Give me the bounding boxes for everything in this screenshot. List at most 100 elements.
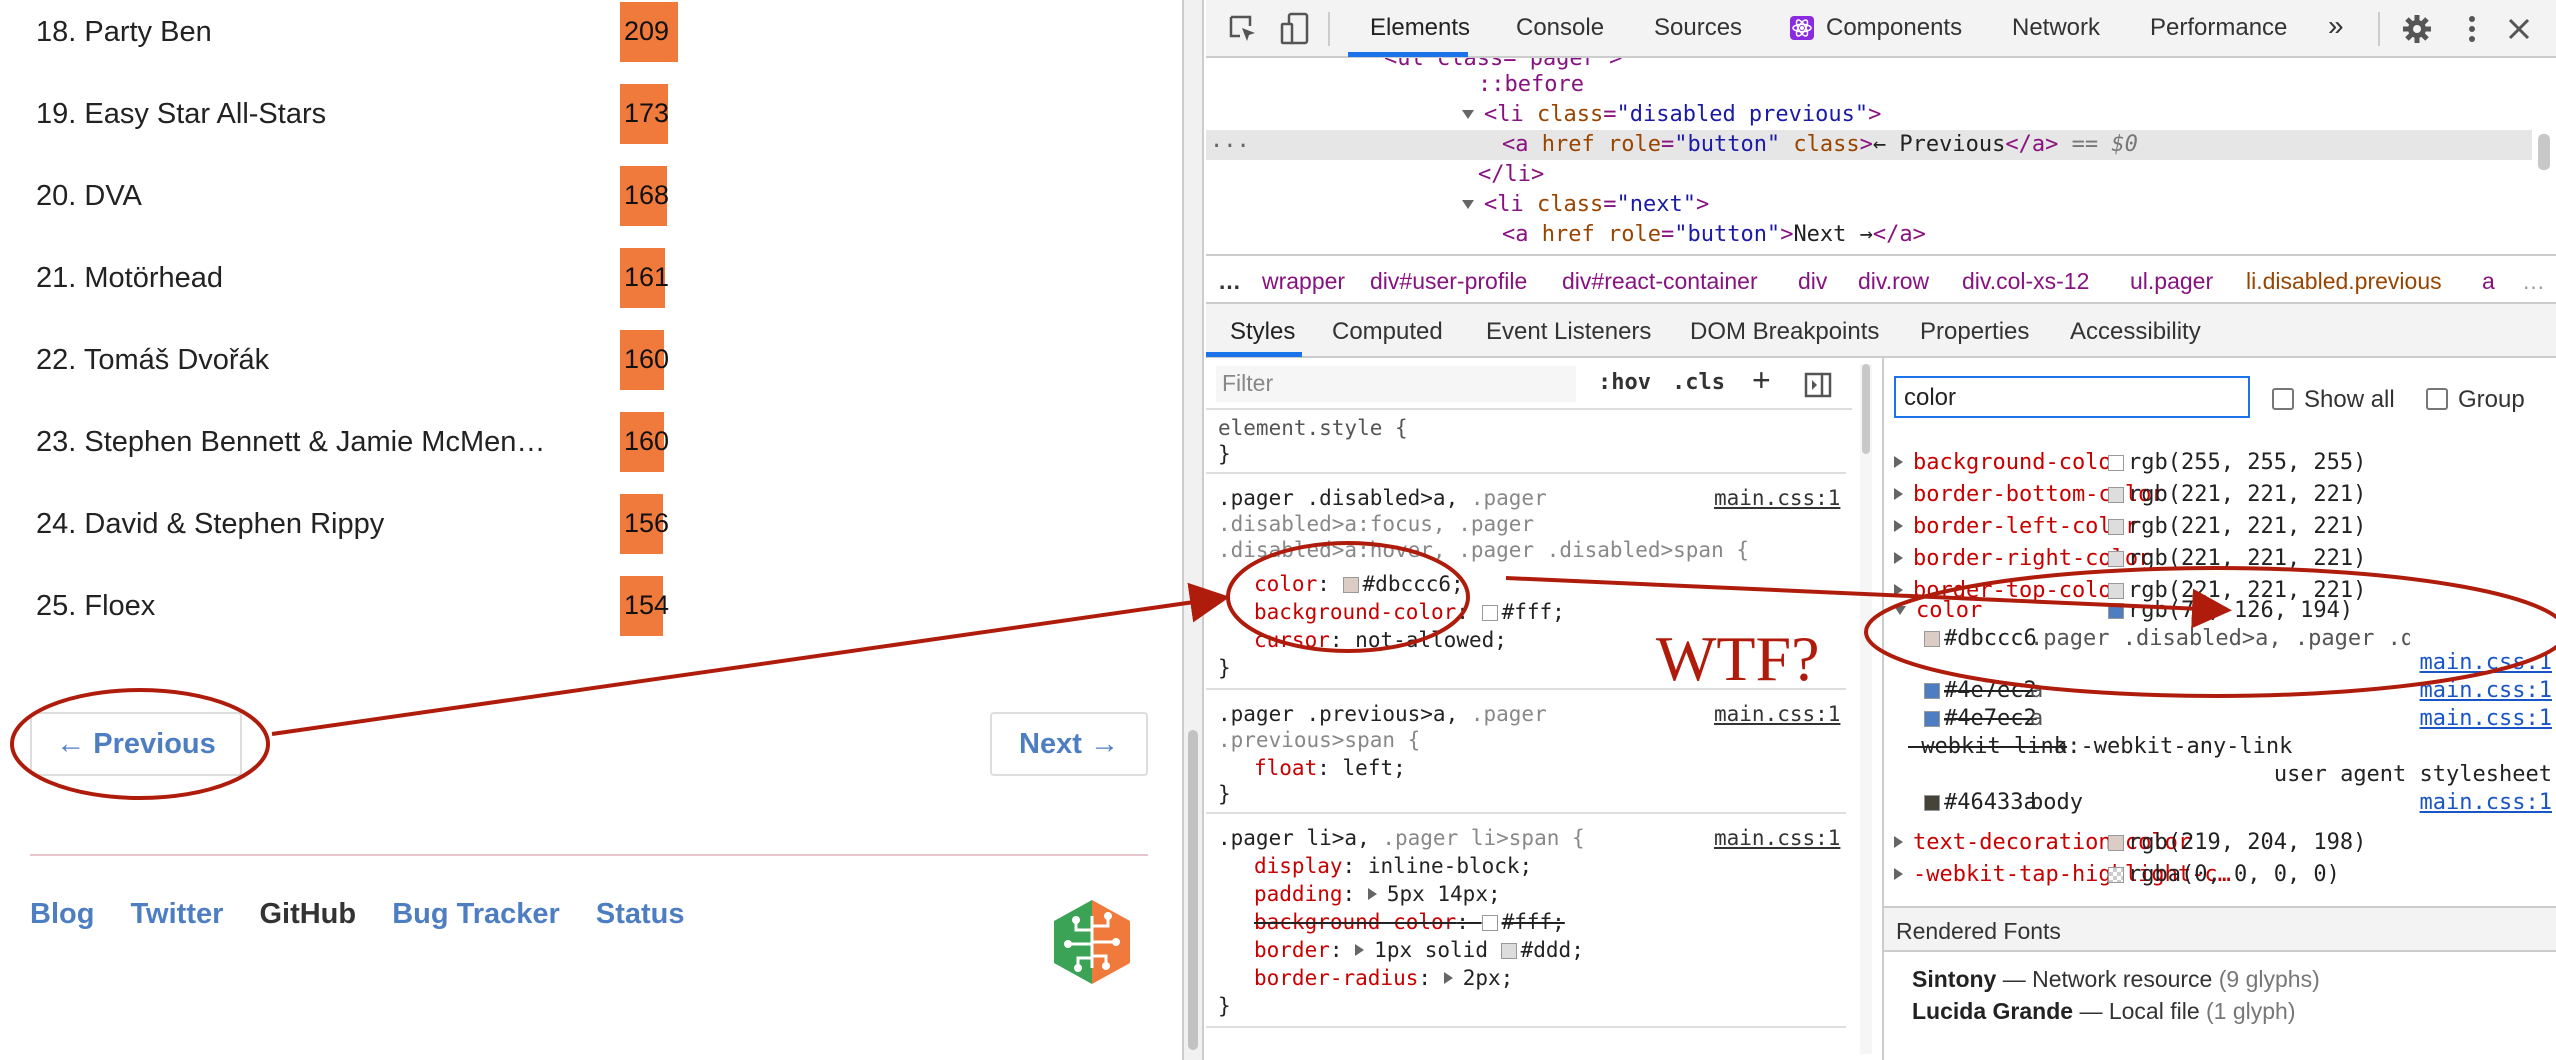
expand-triangle-icon[interactable] bbox=[1894, 868, 1903, 880]
hov-toggle-button[interactable]: :hov bbox=[1598, 370, 1651, 395]
style-declaration[interactable]: border-radius: 2px; bbox=[1254, 966, 1513, 990]
style-declaration-overridden[interactable]: background-color: #fff; bbox=[1254, 910, 1565, 934]
dom-line[interactable]: </li> bbox=[1478, 162, 1544, 187]
color-swatch[interactable] bbox=[1481, 915, 1498, 931]
breadcrumb-item[interactable]: li.disabled.previous bbox=[2246, 268, 2442, 295]
computed-property-row[interactable]: border-left-color bbox=[1894, 514, 2138, 539]
color-swatch[interactable] bbox=[1924, 631, 1940, 647]
color-swatch[interactable] bbox=[2108, 603, 2124, 619]
tab-components[interactable]: Components bbox=[1826, 14, 1962, 42]
group-checkbox[interactable] bbox=[2426, 388, 2448, 410]
style-source-link[interactable]: main.css:1 bbox=[1714, 702, 1840, 726]
styles-filter-input[interactable]: Filter bbox=[1216, 366, 1576, 402]
style-rule-selector[interactable]: .previous>span { bbox=[1218, 728, 1420, 752]
subtab-styles[interactable]: Styles bbox=[1230, 318, 1295, 346]
subtab-event-listeners[interactable]: Event Listeners bbox=[1486, 318, 1651, 346]
color-swatch[interactable] bbox=[2108, 835, 2124, 851]
close-icon[interactable] bbox=[2506, 16, 2532, 42]
computed-property-row[interactable]: background-color bbox=[1894, 450, 2125, 475]
tab-sources[interactable]: Sources bbox=[1654, 14, 1742, 42]
expand-triangle-icon[interactable] bbox=[1894, 520, 1903, 532]
footer-link-blog[interactable]: Blog bbox=[30, 898, 94, 930]
color-swatch[interactable] bbox=[1481, 605, 1498, 621]
breadcrumb-item[interactable]: wrapper bbox=[1262, 268, 1345, 295]
breadcrumb-item[interactable]: div.row bbox=[1858, 268, 1929, 295]
show-all-checkbox[interactable] bbox=[2272, 388, 2294, 410]
color-swatch[interactable] bbox=[1342, 577, 1359, 593]
style-source-link[interactable]: main.css:1 bbox=[1714, 826, 1840, 850]
footer-link-status[interactable]: Status bbox=[596, 898, 685, 930]
computed-property-color[interactable]: color bbox=[1894, 598, 1982, 623]
styles-scrollbar-thumb[interactable] bbox=[1862, 364, 1870, 454]
device-toolbar-icon[interactable] bbox=[1280, 12, 1310, 46]
more-tabs-button[interactable]: » bbox=[2328, 10, 2344, 42]
subtab-computed[interactable]: Computed bbox=[1332, 318, 1443, 346]
collapse-triangle-icon[interactable] bbox=[1462, 200, 1474, 209]
dom-line[interactable]: <ul class="pager"> bbox=[1384, 58, 1622, 71]
breadcrumb-more[interactable]: … bbox=[2522, 268, 2545, 295]
style-rule-selector[interactable]: element.style { bbox=[1218, 416, 1408, 440]
style-declaration[interactable]: float: left; bbox=[1254, 756, 1406, 780]
expand-triangle-icon[interactable] bbox=[1894, 552, 1903, 564]
tab-performance[interactable]: Performance bbox=[2150, 14, 2287, 42]
expand-triangle-icon[interactable] bbox=[1367, 888, 1377, 900]
color-swatch[interactable] bbox=[2108, 867, 2124, 883]
trace-source-link[interactable]: main.css:1 bbox=[2420, 678, 2552, 703]
footer-link-github[interactable]: GitHub bbox=[259, 898, 356, 930]
footer-link-bug-tracker[interactable]: Bug Tracker bbox=[392, 898, 560, 930]
breadcrumb-item-active[interactable]: a bbox=[2482, 268, 2495, 295]
style-declaration[interactable]: padding: 5px 14px; bbox=[1254, 882, 1501, 906]
collapse-triangle-icon[interactable] bbox=[1894, 606, 1906, 615]
style-declaration[interactable]: display: inline-block; bbox=[1254, 854, 1532, 878]
previous-button[interactable]: ← Previous bbox=[30, 712, 242, 776]
expand-triangle-icon[interactable] bbox=[1894, 488, 1903, 500]
dom-line[interactable]: <li class="disabled previous"> bbox=[1462, 102, 1881, 127]
color-swatch[interactable] bbox=[1924, 711, 1940, 727]
style-rule-selector[interactable]: .disabled>a:focus, .pager bbox=[1218, 512, 1534, 536]
color-swatch[interactable] bbox=[1924, 795, 1940, 811]
expand-triangle-icon[interactable] bbox=[1894, 836, 1903, 848]
collapse-triangle-icon[interactable] bbox=[1462, 110, 1474, 119]
breadcrumb-item[interactable]: div.col-xs-12 bbox=[1962, 268, 2089, 295]
style-rule-selector[interactable]: .disabled>a:hover, .pager .disabled>span… bbox=[1218, 538, 1749, 562]
page-scrollbar-thumb[interactable] bbox=[1188, 730, 1198, 1050]
subtab-dom-breakpoints[interactable]: DOM Breakpoints bbox=[1690, 318, 1879, 346]
dom-line[interactable]: <a href role="button">Next →</a> bbox=[1502, 222, 1926, 247]
trace-source-link[interactable]: main.css:1 bbox=[2420, 706, 2552, 731]
dom-more-icon[interactable]: ... bbox=[1210, 128, 1250, 153]
expand-triangle-icon[interactable] bbox=[1355, 944, 1365, 956]
style-declaration[interactable]: color: #dbccc6; bbox=[1254, 572, 1464, 596]
dom-line-selected[interactable]: ... <a href role="button" class>← Previo… bbox=[1206, 128, 2532, 160]
cls-toggle-button[interactable]: .cls bbox=[1672, 370, 1725, 395]
breadcrumb-item[interactable]: div#user-profile bbox=[1370, 268, 1527, 295]
style-declaration[interactable]: background-color: #fff; bbox=[1254, 600, 1565, 624]
style-rule-selector[interactable]: .pager .previous>a, .pager bbox=[1218, 702, 1547, 726]
style-declaration[interactable]: border: 1px solid #ddd; bbox=[1254, 938, 1584, 962]
kebab-menu-icon[interactable] bbox=[2466, 14, 2478, 44]
breadcrumb-more[interactable]: … bbox=[1218, 268, 1241, 295]
trace-source-link[interactable]: main.css:1 bbox=[2420, 650, 2552, 675]
breadcrumb-item[interactable]: div bbox=[1798, 268, 1827, 295]
expand-triangle-icon[interactable] bbox=[1894, 584, 1903, 596]
styles-scrollbar[interactable] bbox=[1860, 364, 1872, 1054]
color-swatch[interactable] bbox=[2108, 551, 2124, 567]
color-swatch[interactable] bbox=[1924, 683, 1940, 699]
style-rule-selector[interactable]: .pager li>a, .pager li>span { bbox=[1218, 826, 1585, 850]
subtab-accessibility[interactable]: Accessibility bbox=[2070, 318, 2201, 346]
computed-filter-input[interactable]: color bbox=[1894, 376, 2250, 418]
style-source-link[interactable]: main.css:1 bbox=[1714, 486, 1840, 510]
inspect-element-icon[interactable] bbox=[1228, 14, 1258, 44]
expand-triangle-icon[interactable] bbox=[1443, 972, 1453, 984]
style-rule-selector[interactable]: .pager .disabled>a, .pager bbox=[1218, 486, 1547, 510]
color-swatch[interactable] bbox=[1500, 943, 1517, 959]
subtab-properties[interactable]: Properties bbox=[1920, 318, 2029, 346]
next-button[interactable]: Next → bbox=[990, 712, 1148, 776]
rendered-fonts-header[interactable]: Rendered Fonts bbox=[1884, 906, 2556, 952]
devtools-resize-handle[interactable] bbox=[1182, 0, 1204, 1060]
gear-icon[interactable] bbox=[2402, 14, 2432, 44]
style-declaration[interactable]: cursor: not-allowed; bbox=[1254, 628, 1507, 652]
dom-line[interactable]: <li class="next"> bbox=[1462, 192, 1709, 217]
expand-triangle-icon[interactable] bbox=[1894, 456, 1903, 468]
color-swatch[interactable] bbox=[2108, 519, 2124, 535]
toggle-sidebar-icon[interactable] bbox=[1804, 372, 1832, 398]
